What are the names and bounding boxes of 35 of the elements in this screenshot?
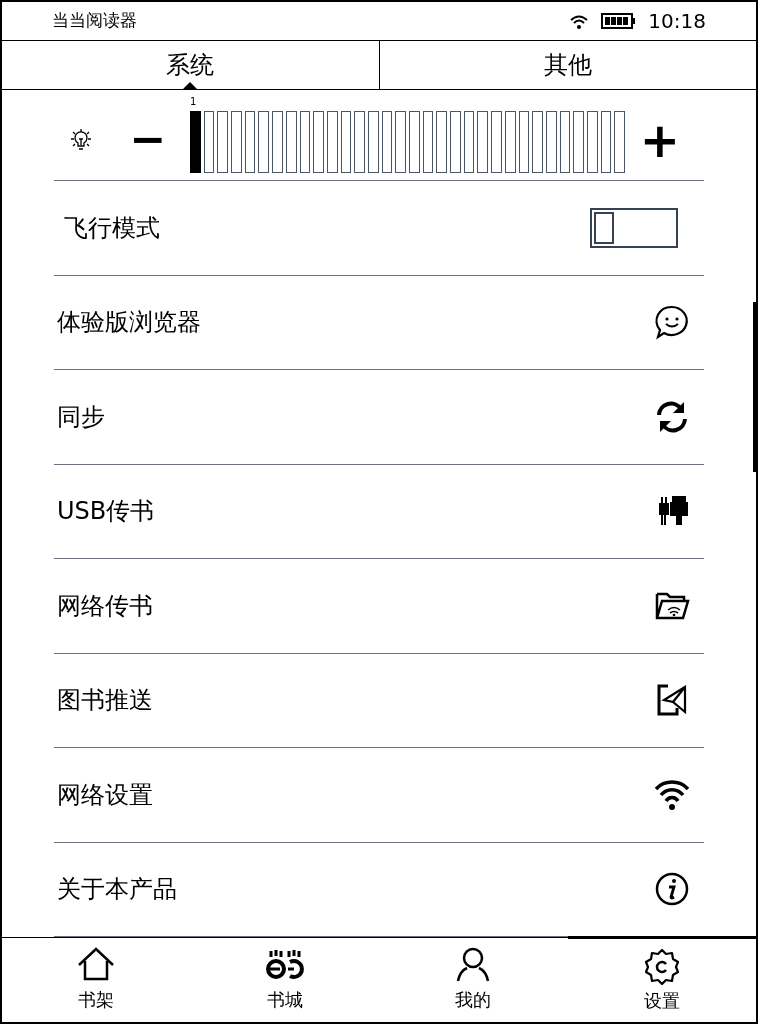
brightness-slider[interactable] bbox=[190, 111, 625, 173]
info-icon bbox=[654, 871, 690, 908]
decrease-button[interactable]: − bbox=[128, 117, 168, 161]
nav-tab[interactable]: 我的 bbox=[379, 938, 568, 1022]
settings-row[interactable]: 同步 bbox=[54, 370, 704, 465]
settings-label: 网络设置 bbox=[57, 779, 153, 811]
light-bulb-icon bbox=[68, 127, 94, 153]
settings-row[interactable]: 飞行模式 bbox=[54, 181, 704, 276]
settings-row[interactable]: 关于本产品 bbox=[54, 842, 704, 937]
tab[interactable]: 系统 bbox=[2, 41, 379, 89]
settings-row[interactable]: USB传书 bbox=[54, 464, 704, 559]
settings-label: 网络传书 bbox=[57, 590, 153, 622]
settings-row[interactable]: 图书推送 bbox=[54, 653, 704, 748]
settings-label: 同步 bbox=[57, 401, 105, 433]
settings-row[interactable]: 体验版浏览器 bbox=[54, 275, 704, 370]
settings-label: 飞行模式 bbox=[64, 212, 160, 244]
clock-time: 10:18 bbox=[648, 8, 706, 35]
settings-row[interactable]: 网络传书 bbox=[54, 559, 704, 654]
settings-label: USB传书 bbox=[57, 496, 155, 528]
toggle-switch[interactable] bbox=[590, 207, 678, 248]
settings-row[interactable]: 网络设置 bbox=[54, 748, 704, 843]
increase-button[interactable]: + bbox=[639, 116, 680, 164]
nav-tab[interactable]: 设置 bbox=[567, 936, 756, 1022]
brightness-value: 1 bbox=[190, 97, 197, 107]
nav-tab[interactable]: 书城 bbox=[190, 938, 379, 1022]
nav-tab[interactable]: 书架 bbox=[2, 938, 191, 1022]
scrollbar[interactable] bbox=[753, 302, 756, 472]
settings-label: 体验版浏览器 bbox=[57, 307, 201, 339]
battery-icon bbox=[601, 13, 637, 29]
app-title: 当当阅读器 bbox=[52, 9, 137, 33]
settings-label: 关于本产品 bbox=[57, 874, 177, 906]
gear-icon bbox=[642, 947, 681, 986]
tab[interactable]: 其他 bbox=[378, 41, 756, 89]
settings-label: 图书推送 bbox=[57, 685, 153, 717]
smiley-chat-icon bbox=[654, 304, 690, 341]
